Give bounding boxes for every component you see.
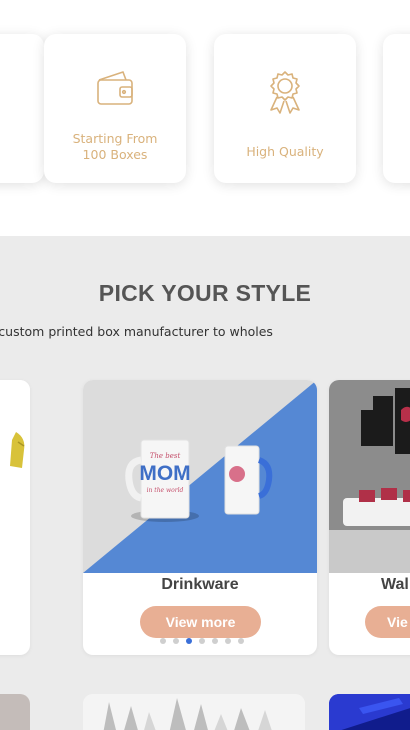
product-image [83,694,305,730]
svg-text:The best: The best [150,452,181,460]
category-card-partial[interactable] [0,694,30,730]
wallet-icon [97,71,133,105]
product-image [329,380,410,573]
product-image: The best MOM in the world [83,380,317,573]
view-more-button[interactable]: View more [140,606,261,638]
style-card-drinkware[interactable]: The best MOM in the world Drinkware View… [83,380,317,655]
style-card-wall[interactable]: Wal Vie [329,380,410,655]
category-card-partial[interactable] [329,694,410,730]
carousel-dot[interactable] [238,638,244,644]
feature-card-partial [383,34,410,183]
carousel-dot[interactable] [199,638,205,644]
feature-card-quality: High Quality [214,34,356,183]
feature-text: High Quality [246,143,324,159]
feature-text-line1: Starting From [72,130,158,146]
category-card-partial[interactable] [83,694,305,730]
carousel-dot[interactable] [212,638,218,644]
pick-style-section: PICK YOUR STYLE mums, we're a leading cu… [0,236,410,730]
product-image [0,380,30,573]
feature-card-boxes: Starting From 100 Boxes [44,34,186,183]
carousel-dot[interactable] [225,638,231,644]
carousel-dot[interactable] [186,638,192,644]
feature-card-partial [0,34,44,183]
features-strip: Starting From 100 Boxes High Quality [0,0,410,236]
svg-text:in the world: in the world [147,487,184,494]
view-more-button[interactable]: Vie [365,606,410,638]
carousel-dot[interactable] [173,638,179,644]
section-subtitle: mums, we're a leading custom printed box… [0,324,410,339]
carousel-dots [160,638,244,644]
feature-text: Starting From 100 Boxes [65,131,166,163]
feature-text-line2: 100 Boxes [82,146,148,162]
card-label: Drinkware [161,576,239,593]
product-image [329,694,410,730]
award-ribbon-icon [270,71,300,114]
card-label: Wal [381,576,409,593]
section-title: PICK YOUR STYLE [98,280,312,306]
style-card-partial[interactable] [0,380,30,655]
carousel-dot[interactable] [160,638,166,644]
svg-text:MOM: MOM [139,462,190,485]
section-subtitle-text: mums, we're a leading custom printed box… [0,324,273,339]
